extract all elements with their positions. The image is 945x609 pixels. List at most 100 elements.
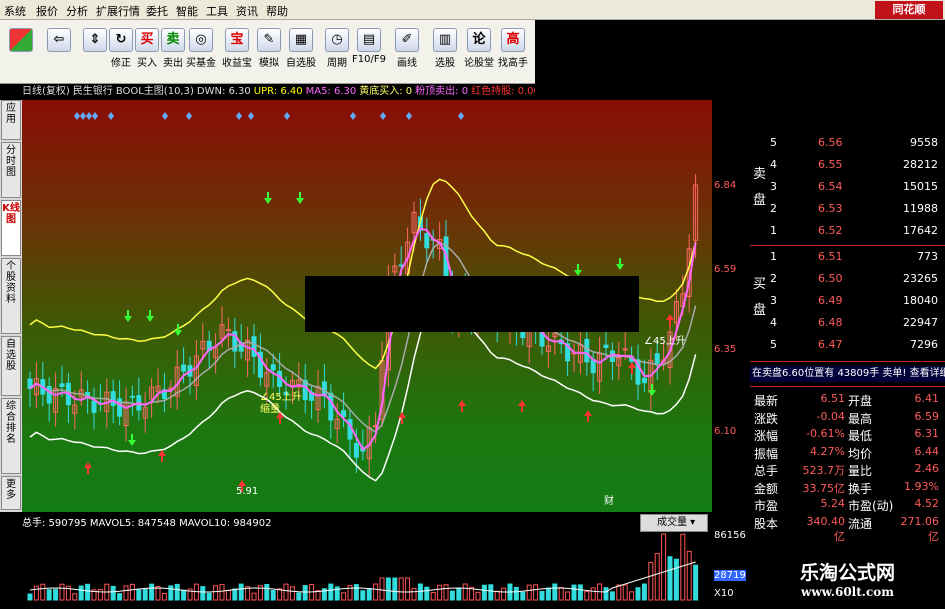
tab-ranking[interactable]: 综合排名 [1,398,21,474]
high-icon: 高 [501,28,525,52]
redaction-block [305,276,639,332]
quote-panel: 卖盘 5 6.56 9558 4 6.55 28212 3 6.54 15015 2 6.53 1198… [750,136,945,602]
tab-watchlist[interactable]: 自选股 [1,336,21,396]
sell-level-row[interactable]: 2 6.53 11988 [750,202,942,224]
buy-level-row[interactable]: 1 6.51 773 [750,250,942,272]
toolbar-button-label: 模拟 [259,58,279,69]
signal-diamond [186,112,192,120]
ma10-line [29,242,697,433]
stat-key: 金额 [754,481,779,496]
menu-extended-market[interactable]: 扩展行情 [96,3,140,19]
volume-indicator-select[interactable]: 成交量 ▾ [640,514,708,532]
watermark: 乐淘公式网 www.60lt.com [750,552,945,604]
level-number: 3 [770,180,777,193]
sell-level-row[interactable]: 5 6.56 9558 [750,136,942,158]
volume-bar [635,587,641,601]
toolbar-button-7[interactable]: 宝收益宝 [220,24,254,80]
level-price: 6.49 [818,294,843,307]
volume-bar [264,583,270,601]
level-number: 5 [770,338,777,351]
stat-value: 5.24 [820,497,846,510]
title-part: UPR: 6.40 [253,86,303,97]
volume-bar [673,558,679,601]
volume-label: 缩量 [260,402,280,415]
stat-value: -0.04 [816,409,845,423]
sell-arrow [264,192,272,204]
volume-bar [584,591,590,601]
stat-key: 量比 [848,464,873,478]
toolbar-button-0[interactable] [4,24,38,80]
signal-diamond [74,112,80,120]
signal-diamond [80,112,86,120]
menu-quote[interactable]: 报价 [36,3,58,19]
signal-diamond [284,112,290,120]
menu-system[interactable]: 系统 [4,3,26,19]
menu-smart[interactable]: 智能 [176,3,198,19]
level-volume: 773 [917,250,938,263]
tab-kline[interactable]: K线图 [1,200,21,256]
level-price: 6.47 [818,338,843,351]
volume-bar [302,585,308,601]
stat-key: 最新 [754,394,779,408]
volume-bar [142,588,148,601]
stat-row: 股本 340.40亿 流通 271.06亿 [750,515,945,543]
volume-bar [443,584,449,601]
signal-diamond [108,112,114,120]
volume-bar [533,584,539,601]
sell-arrow [616,258,624,270]
sell-arrow [296,192,304,204]
toolbar-button-13[interactable]: ▥ 选股 [428,24,462,80]
forum-icon: 论 [467,28,491,52]
divider [750,245,945,246]
candle-body [641,377,647,384]
toolbar-button-10[interactable]: ◷ 周期 [320,24,354,80]
toolbar-button-15[interactable]: 高找高手 [496,24,530,80]
toolbar-button-12[interactable]: ✐ 画线 [390,24,424,80]
level-volume: 17642 [903,224,938,237]
toolbar-button-6[interactable]: ◎ 买基金 [184,24,218,80]
volume-bar [577,584,583,601]
stat-value: 4.52 [914,497,940,510]
signal-diamond [458,112,464,120]
tab-stock-info[interactable]: 个股资料 [1,258,21,334]
buy-level-row[interactable]: 2 6.50 23265 [750,272,942,294]
buy-level-row[interactable]: 3 6.49 18040 [750,294,942,316]
menu-news[interactable]: 资讯 [236,3,258,19]
buy-arrow [666,314,674,326]
menu-analysis[interactable]: 分析 [66,3,88,19]
volume-bar [123,585,129,601]
volume-bar [558,587,564,601]
sell-level-row[interactable]: 4 6.55 28212 [750,158,942,180]
tab-timeshare[interactable]: 分时图 [1,142,21,198]
title-part: DWN: 6.30 [196,86,251,97]
buy-level-row[interactable]: 4 6.48 22947 [750,316,942,338]
toolbar-button-label: 自选股 [286,58,316,69]
sell-level-row[interactable]: 3 6.54 15015 [750,180,942,202]
buy-level-row[interactable]: 5 6.47 7296 [750,338,942,360]
sell-arrow [128,434,136,446]
volume-bar [526,584,532,601]
toolbar-button-14[interactable]: 论论股堂 [462,24,496,80]
candle-body [46,385,52,404]
volume-bar [270,590,276,601]
volume-bar [117,593,123,601]
side-tab-bar: 应用 分时图 K线图 个股资料 自选股 综合排名 更多 [0,100,22,512]
menu-help[interactable]: 帮助 [266,3,288,19]
menu-tools[interactable]: 工具 [206,3,228,19]
toolbar-button-1[interactable]: ⇦ [42,24,76,80]
volume-bar [609,591,615,601]
tab-app[interactable]: 应用 [1,100,21,140]
tab-more[interactable]: 更多 [1,476,21,510]
candle-body [654,353,660,364]
toolbar-button-label: 选股 [435,58,455,69]
menu-trade[interactable]: 委托 [146,3,168,19]
toolbar-button-9[interactable]: ▦ 自选股 [284,24,318,80]
buy-arrow [584,410,592,422]
large-order-notice[interactable]: 在卖盘6.60位置有 43809手 卖单! 查看详细 [750,366,945,382]
toolbar-button-11[interactable]: ▤ F10/F9 [352,24,386,80]
stat-value: 340.40亿 [806,514,846,543]
level-number: 3 [770,294,777,307]
toolbar-button-8[interactable]: ✎ 模拟 [252,24,286,80]
volume-bar [85,583,91,601]
sell-level-row[interactable]: 1 6.52 17642 [750,224,942,246]
